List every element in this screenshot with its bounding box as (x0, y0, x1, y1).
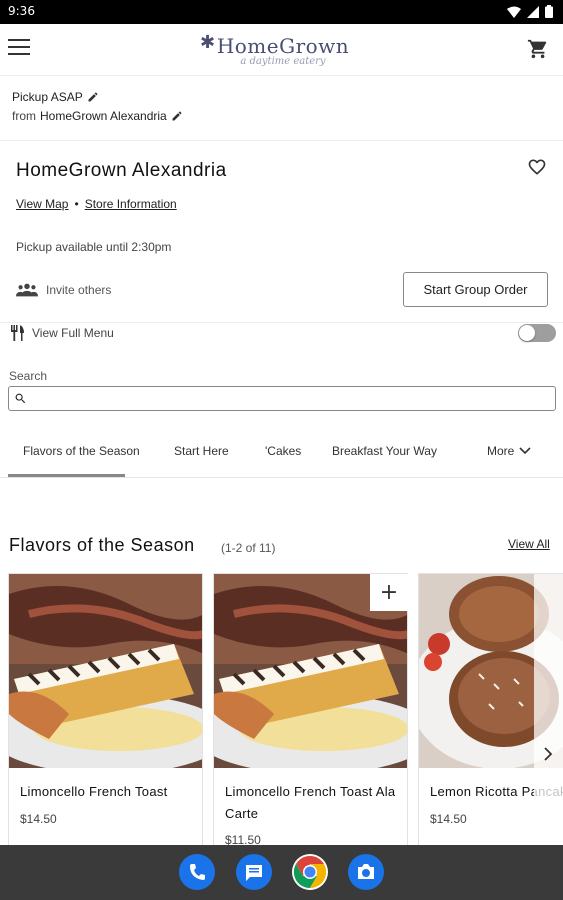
wifi-icon (507, 6, 521, 18)
store-information-link[interactable]: Store Information (85, 197, 177, 211)
camera-icon[interactable] (348, 854, 384, 890)
pickup-availability: Pickup available until 2:30pm (16, 240, 172, 254)
brand-logo[interactable]: ✱ HomeGrown a daytime eatery (198, 28, 368, 74)
item-name: Limoncello French Toast Ala Carte (225, 784, 396, 821)
status-time: 9:36 (8, 4, 35, 18)
flower-icon: ✱ (200, 32, 216, 52)
view-full-menu-label: View Full Menu (32, 326, 114, 340)
magnifier-icon (15, 393, 26, 404)
brand-name: HomeGrown (216, 34, 350, 58)
system-dock (0, 845, 563, 900)
status-icons (507, 5, 553, 18)
section-title: Flavors of the Season (9, 535, 195, 555)
heart-icon[interactable] (527, 157, 547, 177)
fork-knife-icon (11, 325, 24, 341)
pickup-location-row[interactable]: from HomeGrown Alexandria (12, 109, 183, 123)
category-tabs: Flavors of the Season Start Here 'Cakes … (0, 432, 563, 478)
pickup-time-row[interactable]: Pickup ASAP (12, 90, 183, 104)
tab-start-here[interactable]: Start Here (174, 444, 229, 458)
item-name: Limoncello French Toast (20, 784, 168, 799)
chevron-right-icon (544, 747, 553, 761)
search-field[interactable] (8, 386, 556, 411)
invite-others-label: Invite others (46, 283, 112, 297)
pickup-from-label: from (12, 109, 36, 123)
tab-flavors-of-the-season[interactable]: Flavors of the Season (23, 444, 140, 458)
status-bar: 9:36 (0, 0, 563, 24)
item-price: $14.50 (20, 812, 57, 826)
view-map-link[interactable]: View Map (16, 197, 68, 211)
tab-more[interactable]: More (487, 444, 531, 458)
chrome-icon[interactable] (292, 854, 328, 890)
menu-item-card[interactable]: Limoncello French Toast Ala Carte $11.50 (213, 573, 408, 853)
view-full-menu-row: View Full Menu (10, 325, 114, 341)
pickup-info: Pickup ASAP from HomeGrown Alexandria (12, 90, 183, 128)
item-price: $14.50 (430, 812, 467, 826)
shopping-cart-icon[interactable] (527, 38, 549, 60)
full-menu-toggle[interactable] (518, 324, 556, 342)
link-separator: • (74, 197, 79, 211)
pickup-location: HomeGrown Alexandria (40, 109, 167, 123)
invite-others-button[interactable]: Invite others (16, 282, 111, 298)
signal-icon (527, 5, 539, 18)
chevron-down-icon (519, 447, 531, 455)
battery-icon (545, 5, 553, 18)
pencil-icon[interactable] (171, 110, 183, 122)
pencil-icon[interactable] (87, 91, 99, 103)
carousel-next-button[interactable] (534, 574, 563, 844)
divider (0, 140, 563, 141)
search-input[interactable] (33, 389, 548, 408)
divider (0, 322, 563, 323)
store-links: View Map • Store Information (16, 197, 177, 211)
view-all-link[interactable]: View All (508, 537, 550, 551)
store-name: HomeGrown Alexandria (16, 160, 227, 181)
start-group-order-button[interactable]: Start Group Order (403, 272, 548, 307)
tab-breakfast-your-way[interactable]: Breakfast Your Way (332, 444, 437, 458)
menu-item-card[interactable]: Limoncello French Toast $14.50 (8, 573, 203, 853)
add-item-button[interactable]: + (370, 574, 408, 611)
messages-icon[interactable] (236, 854, 272, 890)
active-tab-indicator (8, 474, 125, 477)
search-label: Search (9, 369, 48, 383)
tab-more-label: More (487, 444, 515, 458)
section-count: (1-2 of 11) (221, 541, 276, 555)
phone-icon[interactable] (179, 854, 215, 890)
people-icon (16, 283, 38, 297)
hamburger-menu-icon[interactable] (8, 39, 30, 59)
app-header: ✱ HomeGrown a daytime eatery (0, 24, 563, 76)
tab-cakes[interactable]: 'Cakes (265, 444, 301, 458)
pickup-time: Pickup ASAP (12, 90, 83, 104)
french-toast-image (9, 574, 202, 768)
